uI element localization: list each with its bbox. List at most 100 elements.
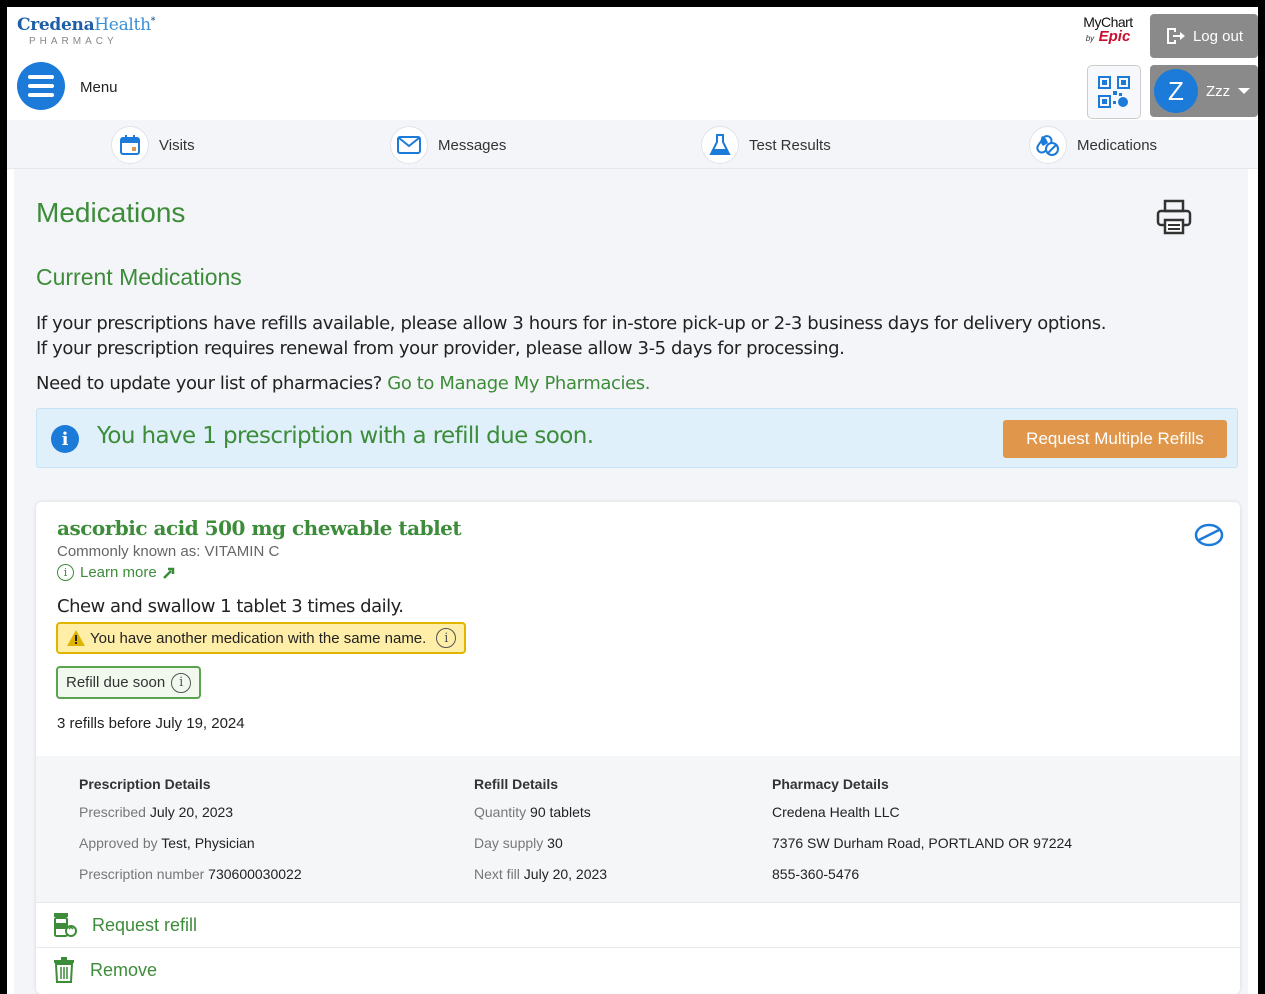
brand-name: CredenaHealth* xyxy=(17,15,155,35)
remove-label: Remove xyxy=(90,959,158,980)
known-as-text: Commonly known as: VITAMIN C xyxy=(57,543,280,560)
refill-details: Refill Details Quantity 90 tablets Day s… xyxy=(474,776,607,894)
nav-item-test-results[interactable]: Test Results xyxy=(701,126,831,164)
details-heading: Pharmacy Details xyxy=(772,776,889,792)
refill-badge-label: Refill due soon xyxy=(66,674,166,691)
duplicate-warning-badge: You have another medication with the sam… xyxy=(56,622,467,654)
section-title: Current Medications xyxy=(36,264,242,290)
info-line: If your prescriptions have refills avail… xyxy=(36,313,1107,334)
medication-card: ascorbic acid 500 mg chewable tablet Com… xyxy=(36,502,1240,994)
qr-code-icon xyxy=(1098,76,1130,108)
brand-name-part-1: Credena xyxy=(17,15,95,35)
remove-button[interactable]: Remove xyxy=(36,947,1240,992)
request-refill-label: Request refill xyxy=(92,914,198,935)
nav-label: Medications xyxy=(1077,136,1158,154)
epic-text: Epic xyxy=(1098,28,1131,45)
refill-due-badge[interactable]: Refill due soon i xyxy=(56,666,202,699)
nav-label: Test Results xyxy=(749,136,831,154)
nav-label: Visits xyxy=(159,136,195,154)
detail-row: Approved by Test, Physician xyxy=(79,832,302,863)
nav-label: Messages xyxy=(438,136,507,154)
logout-button[interactable]: Log out xyxy=(1150,14,1258,58)
mychart-by: by xyxy=(1085,34,1095,43)
trash-icon xyxy=(54,957,74,983)
brand-name-part-2: Health xyxy=(94,15,151,35)
info-text: If your prescriptions have refills avail… xyxy=(36,311,1106,361)
main-content: Medications Current Medications If your … xyxy=(14,169,1248,994)
info-line: If your prescription requires renewal fr… xyxy=(36,338,845,359)
alert-text: You have 1 prescription with a refill du… xyxy=(97,423,594,449)
brand-mark: * xyxy=(150,16,156,27)
details-heading: Prescription Details xyxy=(79,776,211,792)
medication-name[interactable]: ascorbic acid 500 mg chewable tablet xyxy=(57,516,462,540)
details-heading: Refill Details xyxy=(474,776,559,792)
info-icon: i xyxy=(51,425,79,453)
detail-label: Next fill xyxy=(474,866,520,882)
detail-row: Quantity 90 tablets xyxy=(474,801,607,832)
pharmacy-details: Pharmacy Details Credena Health LLC 7376… xyxy=(772,776,1072,894)
detail-value: 30 xyxy=(547,835,563,851)
manage-pharmacies-link[interactable]: Go to Manage My Pharmacies. xyxy=(387,373,650,394)
brand-subtitle: PHARMACY xyxy=(29,36,118,47)
detail-label: Day supply xyxy=(474,835,544,851)
detail-value: Test, Physician xyxy=(161,835,255,851)
mychart-text: MyChart xyxy=(1083,14,1133,30)
request-multiple-refills-button[interactable]: Request Multiple Refills xyxy=(1003,420,1227,458)
external-link-icon xyxy=(162,567,174,579)
nav-item-medications[interactable]: Medications xyxy=(1029,126,1157,164)
detail-value: 90 tablets xyxy=(530,804,591,820)
refills-remaining-text: 3 refills before July 19, 2024 xyxy=(57,715,245,732)
request-refill-button[interactable]: Request refill xyxy=(36,902,1240,947)
logout-label: Log out xyxy=(1192,27,1244,45)
pharmacy-address: 7376 SW Durham Road, PORTLAND OR 97224 xyxy=(772,835,1073,851)
detail-value: 730600030022 xyxy=(208,866,302,882)
pharmacies-question: Need to update your list of pharmacies? xyxy=(36,373,382,394)
brand-logo[interactable]: CredenaHealth* PHARMACY xyxy=(17,15,155,47)
menu-button[interactable] xyxy=(17,62,65,110)
detail-row: Next fill July 20, 2023 xyxy=(474,863,607,894)
page-title: Medications xyxy=(36,197,186,228)
detail-row: Day supply 30 xyxy=(474,832,607,863)
envelope-icon xyxy=(390,126,428,164)
nav-item-messages[interactable]: Messages xyxy=(390,126,506,164)
calendar-icon xyxy=(111,126,149,164)
learn-more-link[interactable]: i Learn more xyxy=(57,564,175,581)
qr-code-button[interactable] xyxy=(1087,65,1141,119)
app-frame: CredenaHealth* PHARMACY Menu MyChart by … xyxy=(7,7,1258,994)
pharmacies-line: Need to update your list of pharmacies? … xyxy=(36,373,650,394)
detail-row: Prescription number 730600030022 xyxy=(79,863,302,894)
menu-label[interactable]: Menu xyxy=(80,79,118,96)
prescription-details: Prescription Details Prescribed July 20,… xyxy=(79,776,302,894)
learn-more-label: Learn more xyxy=(80,564,157,581)
flask-icon xyxy=(701,126,739,164)
info-circle-icon[interactable]: i xyxy=(171,672,192,693)
print-icon[interactable] xyxy=(1154,197,1194,242)
detail-label: Quantity xyxy=(474,804,527,820)
detail-value: July 20, 2023 xyxy=(523,866,608,882)
detail-row: Prescribed July 20, 2023 xyxy=(79,801,302,832)
avatar: Z xyxy=(1154,69,1198,113)
info-circle-icon[interactable]: i xyxy=(436,628,457,648)
mychart-logo: MyChart by Epic xyxy=(1075,15,1141,45)
menu-bar-icon xyxy=(28,75,54,79)
warning-text: You have another medication with the sam… xyxy=(90,629,427,647)
pill-icon[interactable] xyxy=(1194,522,1224,553)
nav-item-visits[interactable]: Visits xyxy=(111,126,195,164)
top-nav: Visits Messages Test Results Medications xyxy=(7,120,1258,169)
detail-label: Prescription number xyxy=(79,866,205,882)
logout-icon xyxy=(1166,28,1185,44)
menu-bar-icon xyxy=(28,93,54,97)
details-section: Prescription Details Prescribed July 20,… xyxy=(36,756,1240,902)
header: CredenaHealth* PHARMACY Menu MyChart by … xyxy=(7,7,1258,120)
medication-instructions: Chew and swallow 1 tablet 3 times daily. xyxy=(57,596,404,617)
card-actions: Request refill Remove xyxy=(36,902,1240,992)
detail-value: July 20, 2023 xyxy=(149,804,234,820)
pills-icon xyxy=(1029,126,1067,164)
pharmacy-phone: 855-360-5476 xyxy=(772,866,860,882)
pharmacy-name: Credena Health LLC xyxy=(772,804,900,820)
user-menu-button[interactable]: Z Zzz xyxy=(1150,65,1258,117)
refill-alert-banner: i You have 1 prescription with a refill … xyxy=(36,408,1238,468)
warning-icon xyxy=(67,630,85,646)
caret-down-icon xyxy=(1238,88,1251,94)
detail-label: Approved by xyxy=(79,835,158,851)
